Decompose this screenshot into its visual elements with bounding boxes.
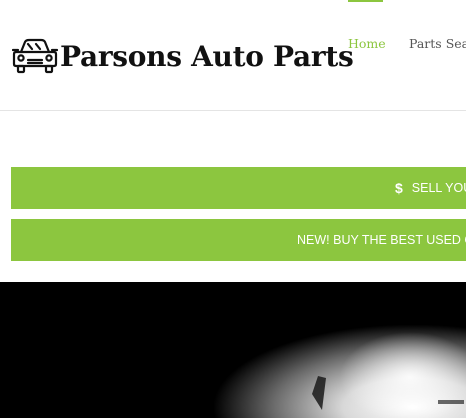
site-logo[interactable]: Parsons Auto Parts <box>12 34 354 78</box>
site-header: Parsons Auto Parts Home Parts Sear <box>0 0 466 111</box>
car-front-icon <box>12 38 58 74</box>
active-nav-indicator <box>348 0 383 2</box>
brand-name: Parsons Auto Parts <box>60 39 354 73</box>
nav-item-home[interactable]: Home <box>348 36 386 51</box>
hero-car-photo <box>0 282 466 418</box>
buy-used-banner-button[interactable]: NEW! BUY THE BEST USED C <box>11 219 466 261</box>
hero-image <box>0 282 466 418</box>
dollar-icon: $ <box>395 180 403 196</box>
buy-banner-label: NEW! BUY THE BEST USED C <box>297 233 466 247</box>
nav-item-parts-search[interactable]: Parts Sear <box>409 36 466 51</box>
header-divider <box>0 110 466 111</box>
sell-banner-label: SELL YOU <box>411 181 466 195</box>
sell-banner-button[interactable]: $ SELL YOU <box>11 167 466 209</box>
